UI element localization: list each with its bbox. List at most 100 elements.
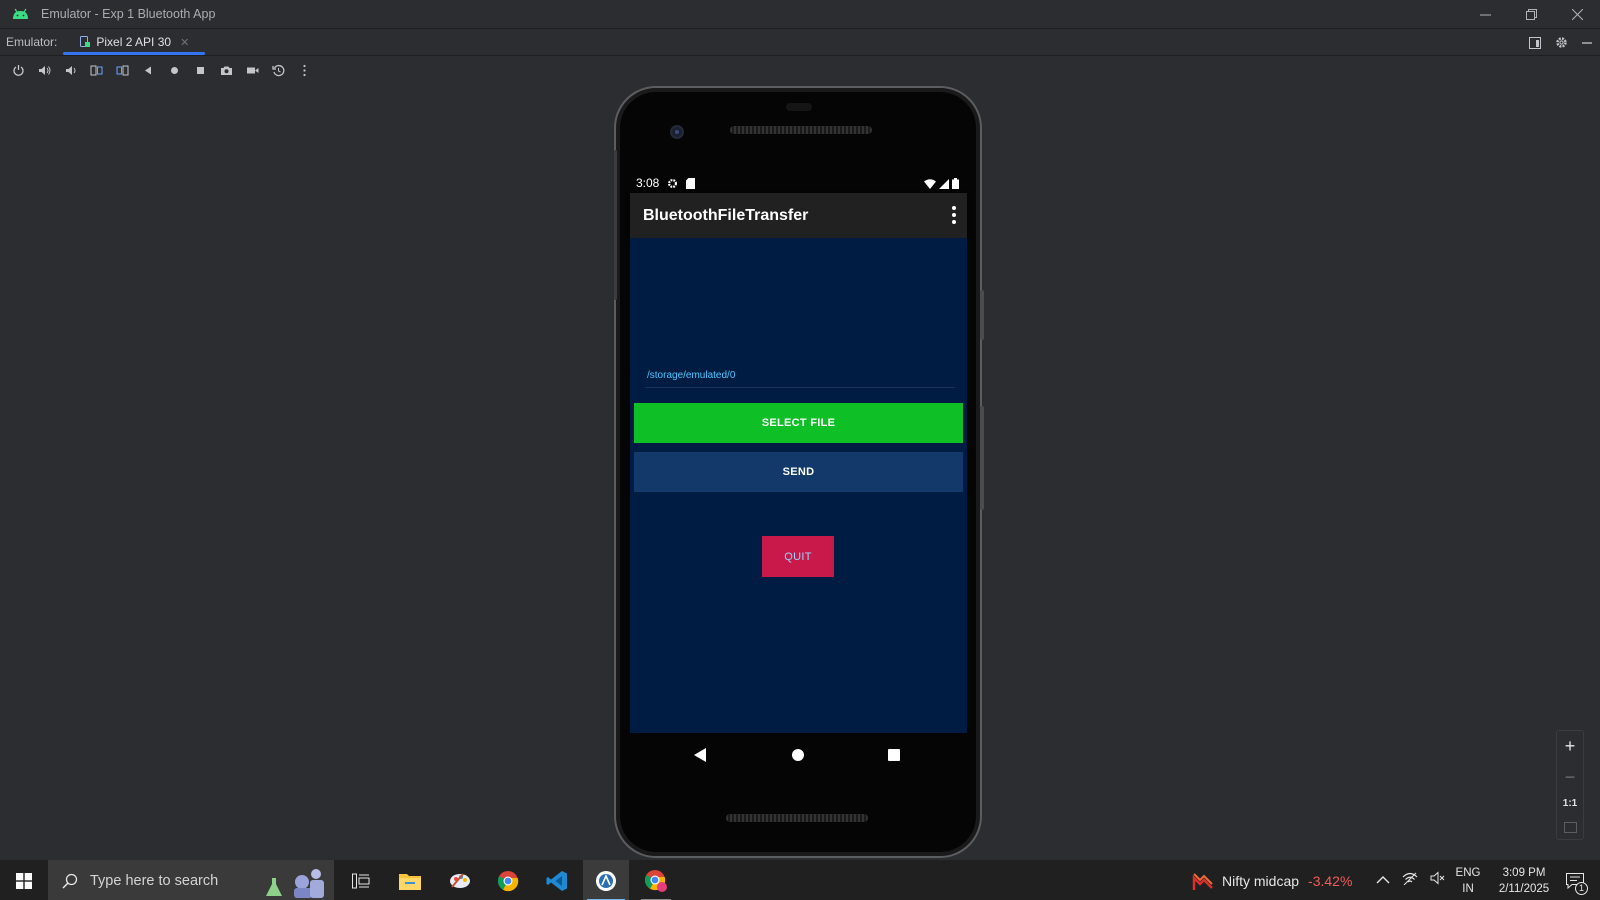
region-code: IN bbox=[1462, 883, 1474, 895]
nav-back-icon[interactable] bbox=[694, 748, 706, 762]
windows-logo-icon bbox=[16, 872, 32, 889]
back-button[interactable] bbox=[135, 57, 161, 83]
android-studio-icon bbox=[596, 870, 616, 891]
android-icon bbox=[13, 8, 28, 19]
rotate-right-button[interactable] bbox=[109, 57, 135, 83]
minimize-button[interactable] bbox=[1462, 0, 1508, 29]
power-button[interactable] bbox=[5, 57, 31, 83]
phone-power-key[interactable] bbox=[980, 290, 984, 340]
sd-card-icon bbox=[686, 177, 696, 189]
volume-muted-icon[interactable] bbox=[1430, 871, 1446, 890]
hide-panel-icon[interactable] bbox=[1580, 36, 1594, 50]
app-toolbar: BluetoothFileTransfer bbox=[630, 193, 967, 238]
rotate-left-button[interactable] bbox=[83, 57, 109, 83]
emulator-toolbar bbox=[0, 57, 1600, 83]
quit-button[interactable]: QUIT bbox=[762, 536, 834, 577]
device-icon bbox=[80, 36, 91, 47]
restore-button[interactable] bbox=[1508, 0, 1554, 29]
ticker-name: Nifty midcap bbox=[1222, 872, 1300, 889]
video-camera-icon bbox=[246, 67, 258, 73]
search-highlight-illustration bbox=[266, 869, 324, 898]
paint-app-button[interactable] bbox=[437, 860, 483, 900]
rotate-left-icon bbox=[90, 65, 102, 75]
search-placeholder: Type here to search bbox=[90, 872, 219, 889]
windows-taskbar: Type here to search Nifty midcap -3.42% bbox=[0, 859, 1600, 900]
front-camera bbox=[670, 125, 684, 139]
volume-up-icon bbox=[38, 65, 50, 75]
chrome-profile-icon bbox=[644, 869, 667, 892]
network-icon[interactable] bbox=[1402, 871, 1418, 890]
chrome-icon bbox=[497, 870, 519, 891]
action-center-button[interactable]: 1 bbox=[1558, 860, 1592, 900]
folder-icon bbox=[399, 873, 421, 890]
status-clock: 3:08 bbox=[636, 176, 660, 190]
home-circle-icon bbox=[170, 66, 178, 74]
volume-down-button[interactable] bbox=[57, 57, 83, 83]
chrome-profile-button[interactable] bbox=[633, 860, 679, 900]
window-title: Emulator - Exp 1 Bluetooth App bbox=[41, 7, 216, 21]
task-view-icon bbox=[352, 873, 370, 888]
android-status-bar: 3:08 bbox=[630, 173, 967, 193]
nav-home-icon[interactable] bbox=[792, 749, 804, 761]
file-explorer-button[interactable] bbox=[387, 860, 433, 900]
restore-icon bbox=[1525, 9, 1537, 20]
volume-down-icon bbox=[65, 65, 75, 75]
android-nav-bar bbox=[630, 733, 967, 777]
task-view-button[interactable] bbox=[338, 860, 384, 900]
vscode-button[interactable] bbox=[534, 860, 580, 900]
notification-count-badge: 1 bbox=[1575, 882, 1588, 895]
screenshot-button[interactable] bbox=[213, 57, 239, 83]
settings-notification-icon bbox=[667, 178, 678, 189]
settings-gear-icon[interactable] bbox=[1554, 36, 1568, 50]
overflow-menu-icon[interactable] bbox=[952, 206, 956, 224]
select-file-button[interactable]: SELECT FILE bbox=[634, 403, 963, 443]
wifi-icon bbox=[924, 176, 936, 194]
show-hidden-icons-chevron-icon[interactable] bbox=[1376, 872, 1390, 890]
volume-up-button[interactable] bbox=[31, 57, 57, 83]
title-bar: Emulator - Exp 1 Bluetooth App bbox=[0, 0, 1600, 29]
taskbar-date: 2/11/2025 bbox=[1498, 883, 1550, 895]
app-content: /storage/emulated/0 SELECT FILE SEND QUI… bbox=[630, 238, 967, 733]
zoom-out-button[interactable]: − bbox=[1565, 768, 1576, 786]
rotate-right-icon bbox=[116, 65, 128, 75]
close-icon bbox=[1571, 9, 1583, 20]
more-options-button[interactable] bbox=[291, 57, 317, 83]
tab-bar: Emulator: Pixel 2 API 30 ✕ bbox=[0, 29, 1600, 56]
close-window-button[interactable] bbox=[1554, 0, 1600, 29]
file-path-field[interactable]: /storage/emulated/0 bbox=[645, 368, 955, 388]
tab-label: Pixel 2 API 30 bbox=[96, 35, 172, 49]
search-icon bbox=[62, 873, 78, 889]
zoom-in-button[interactable]: + bbox=[1565, 737, 1576, 755]
taskbar-search-box[interactable]: Type here to search bbox=[48, 860, 334, 900]
snapshot-button[interactable] bbox=[265, 57, 291, 83]
nav-recents-icon[interactable] bbox=[888, 749, 900, 761]
vscode-icon bbox=[546, 870, 567, 891]
send-button[interactable]: SEND bbox=[634, 452, 963, 492]
power-icon bbox=[12, 64, 24, 76]
stock-down-chart-icon bbox=[1192, 872, 1213, 890]
chrome-button[interactable] bbox=[485, 860, 531, 900]
phone-volume-key[interactable] bbox=[980, 406, 984, 510]
cell-signal-icon bbox=[939, 176, 949, 194]
layout-toggle-icon[interactable] bbox=[1528, 36, 1542, 50]
proximity-sensor bbox=[786, 103, 812, 111]
stock-ticker-widget[interactable]: Nifty midcap -3.42% bbox=[1192, 860, 1352, 900]
input-language-indicator[interactable]: ENG IN bbox=[1453, 865, 1483, 897]
home-button[interactable] bbox=[161, 57, 187, 83]
language-code: ENG bbox=[1455, 867, 1481, 879]
zoom-fit-icon[interactable] bbox=[1563, 821, 1577, 833]
system-tray bbox=[1376, 860, 1446, 900]
bottom-speaker-grille bbox=[726, 814, 868, 822]
overview-button[interactable] bbox=[187, 57, 213, 83]
zoom-actual-size-button[interactable]: 1:1 bbox=[1563, 798, 1577, 809]
back-triangle-icon bbox=[144, 66, 151, 74]
top-speaker-grille bbox=[730, 126, 872, 134]
start-button[interactable] bbox=[0, 860, 48, 900]
minimize-icon bbox=[1479, 14, 1491, 16]
record-screen-button[interactable] bbox=[239, 57, 265, 83]
android-studio-button[interactable] bbox=[583, 860, 629, 900]
tab-pixel-2-api-30[interactable]: Pixel 2 API 30 ✕ bbox=[63, 29, 206, 56]
more-vertical-icon bbox=[302, 64, 306, 76]
taskbar-clock[interactable]: 3:09 PM 2/11/2025 bbox=[1484, 865, 1564, 897]
tab-close-icon[interactable]: ✕ bbox=[180, 36, 189, 49]
